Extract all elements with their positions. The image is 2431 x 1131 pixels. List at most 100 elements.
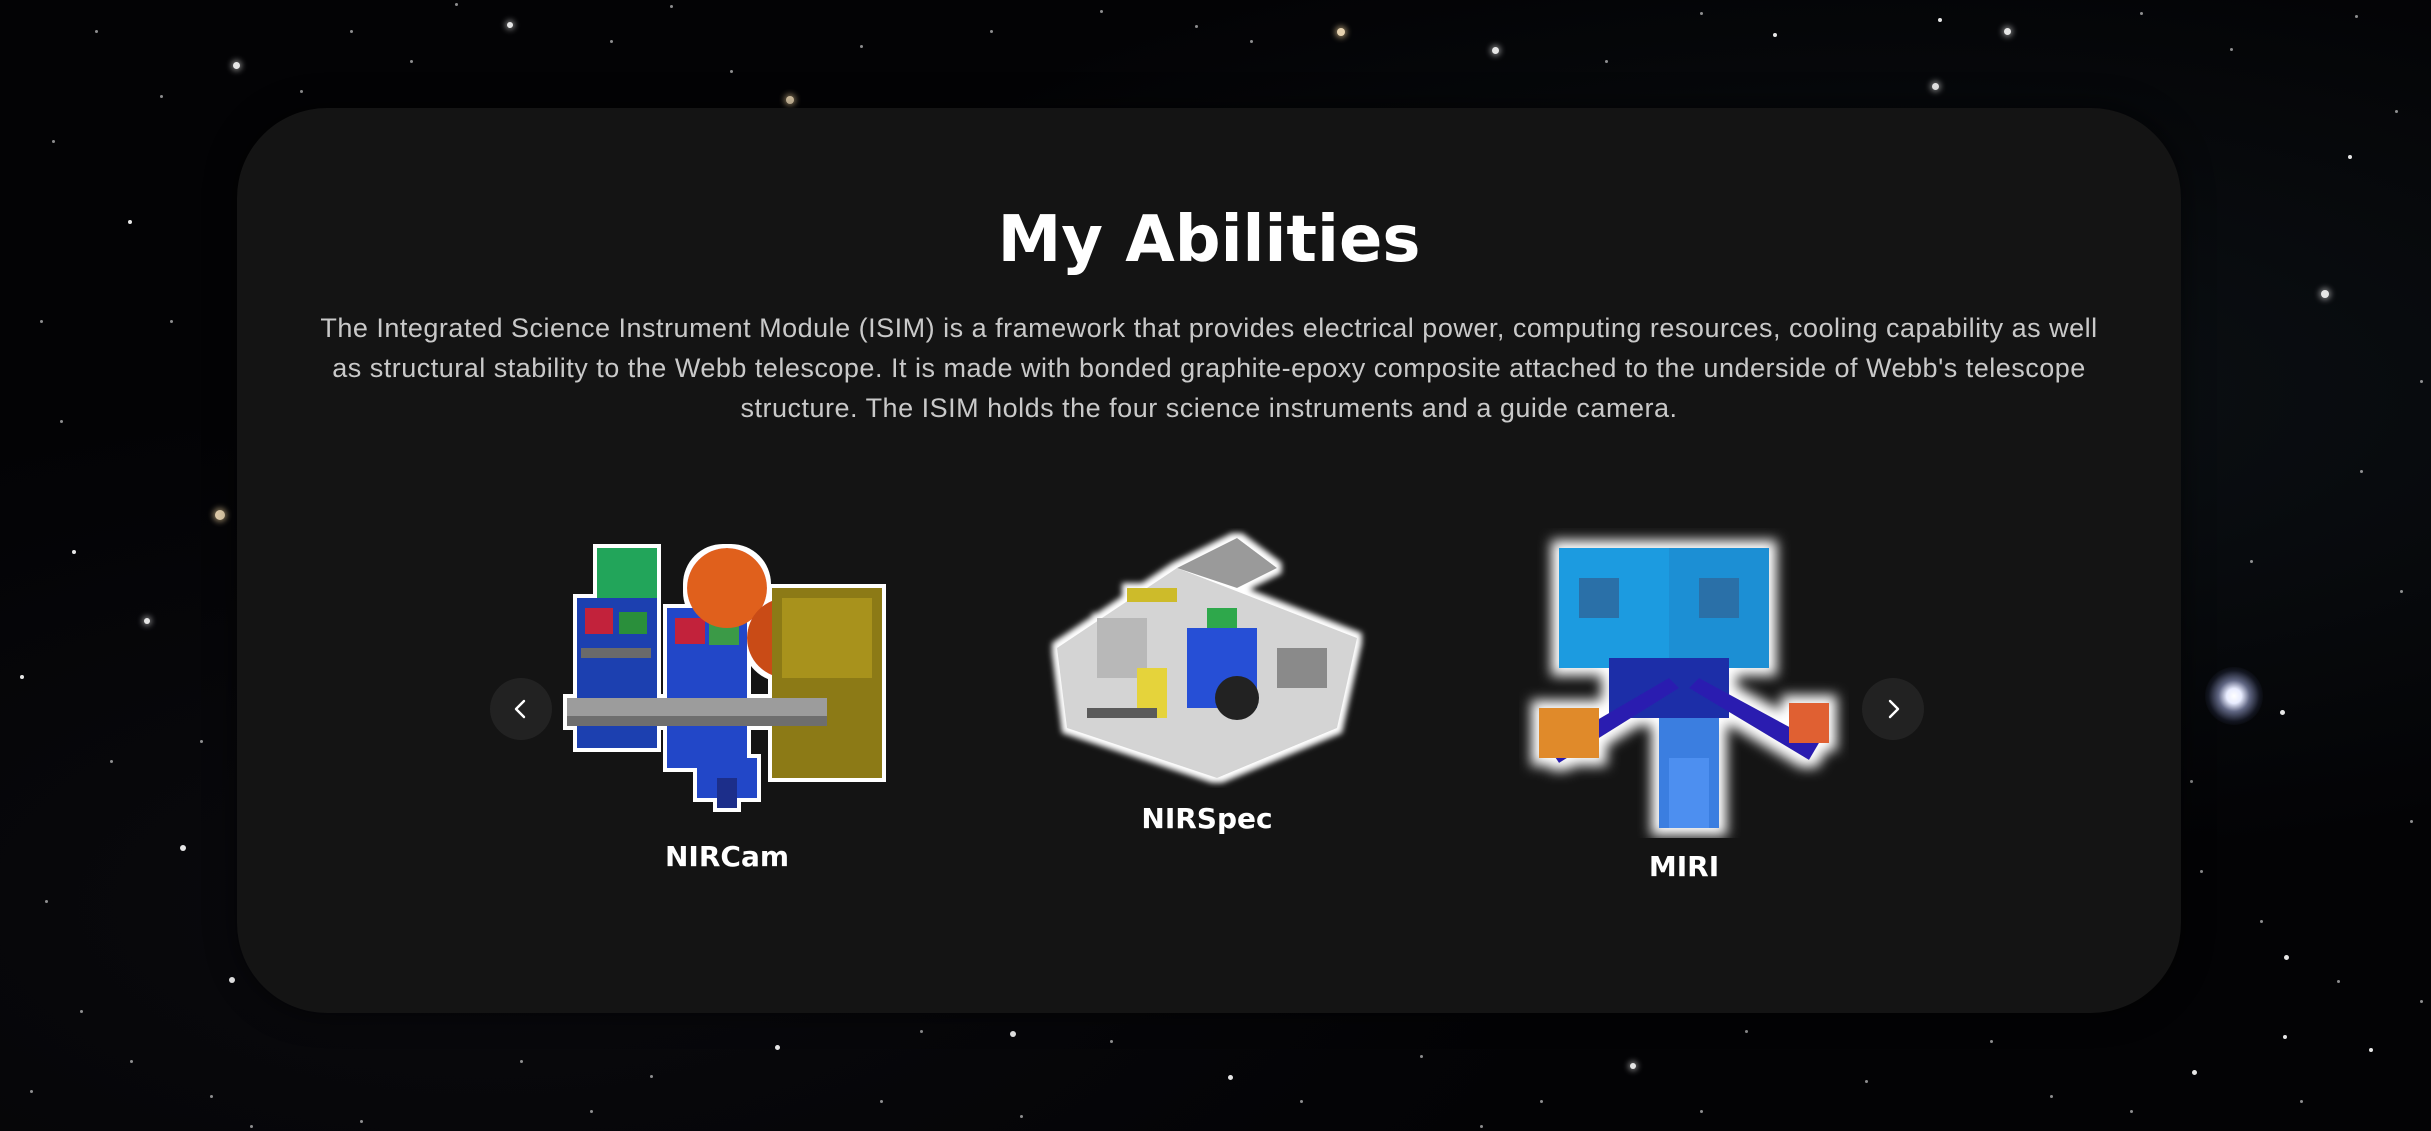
star — [180, 845, 186, 851]
chevron-right-icon — [1888, 699, 1900, 719]
star — [170, 320, 173, 323]
slide-miri[interactable]: MIRI — [1514, 528, 1854, 883]
star — [2355, 15, 2358, 18]
starfield-background: My Abilities The Integrated Science Inst… — [0, 0, 2431, 1131]
star — [1540, 1100, 1543, 1103]
star — [1700, 1110, 1703, 1113]
star — [2190, 780, 2193, 783]
star — [130, 1060, 133, 1063]
bright-star — [2205, 667, 2263, 725]
star — [730, 70, 733, 73]
star — [880, 1100, 883, 1103]
star — [1020, 1115, 1023, 1118]
star — [2395, 110, 2398, 113]
star — [210, 1095, 213, 1098]
star — [2283, 1035, 2287, 1039]
star — [360, 1120, 363, 1123]
star — [1990, 1040, 1993, 1043]
star — [20, 675, 24, 679]
star — [2284, 955, 2289, 960]
abilities-card: My Abilities The Integrated Science Inst… — [237, 108, 2181, 1013]
star — [233, 62, 240, 69]
instrument-carousel: NIRCam NIRSpec MIRI — [237, 528, 2181, 948]
star — [1865, 1080, 1868, 1083]
star — [2420, 380, 2423, 383]
star — [1300, 1100, 1303, 1103]
star — [1932, 83, 1939, 90]
star — [30, 1090, 33, 1093]
star — [860, 45, 863, 48]
star — [160, 95, 163, 98]
star — [128, 220, 132, 224]
star — [1228, 1075, 1233, 1080]
star — [2050, 1095, 2053, 1098]
star — [60, 420, 63, 423]
star — [2004, 28, 2011, 35]
star — [990, 30, 993, 33]
star — [45, 900, 48, 903]
star — [520, 1060, 523, 1063]
star — [2260, 920, 2263, 923]
star — [1010, 1031, 1016, 1037]
star — [786, 96, 794, 104]
star — [2230, 48, 2233, 51]
star — [80, 1010, 83, 1013]
star — [1745, 1030, 1748, 1033]
star — [2337, 980, 2340, 983]
star — [650, 1075, 653, 1078]
star — [670, 5, 673, 8]
star — [410, 60, 413, 63]
star — [2130, 1110, 2133, 1113]
star — [2321, 290, 2329, 298]
slide-label: NIRSpec — [1141, 802, 1273, 835]
star — [1250, 40, 1253, 43]
star — [72, 550, 76, 554]
star — [300, 90, 303, 93]
section-description: The Integrated Science Instrument Module… — [320, 313, 2098, 423]
star — [110, 760, 113, 763]
star — [455, 3, 458, 6]
section-title: My Abilities — [997, 203, 1421, 277]
star — [2250, 560, 2253, 563]
star — [52, 140, 55, 143]
star — [2410, 820, 2413, 823]
star — [1420, 1055, 1423, 1058]
star — [775, 1045, 780, 1050]
star — [215, 510, 225, 520]
star — [920, 1030, 923, 1033]
star — [1195, 25, 1198, 28]
star — [1110, 1040, 1113, 1043]
star — [2369, 1048, 2373, 1052]
star — [1100, 10, 1103, 13]
slide-label: NIRCam — [664, 840, 790, 873]
star — [1605, 60, 1608, 63]
nirspec-image — [1057, 538, 1357, 778]
star — [95, 30, 98, 33]
star — [590, 1110, 593, 1113]
chevron-left-icon — [514, 699, 526, 719]
star — [2280, 710, 2285, 715]
star — [507, 22, 513, 28]
slide-nircam[interactable]: NIRCam — [552, 528, 902, 873]
star — [2200, 870, 2203, 873]
star — [144, 618, 150, 624]
star — [1773, 33, 1777, 37]
star — [2192, 1070, 2197, 1075]
star — [2140, 12, 2143, 15]
star — [1938, 18, 1942, 22]
star — [229, 977, 235, 983]
star — [1492, 47, 1499, 54]
star — [1480, 1125, 1483, 1128]
star — [1700, 12, 1703, 15]
star — [1337, 28, 1345, 36]
nircam-image — [567, 548, 882, 808]
star — [250, 1125, 253, 1128]
miri-image — [1539, 548, 1829, 828]
carousel-next-button[interactable] — [1862, 678, 1924, 740]
slide-nirspec[interactable]: NIRSpec — [1032, 528, 1382, 835]
star — [2348, 155, 2352, 159]
star — [2420, 1000, 2423, 1003]
star — [40, 320, 43, 323]
carousel-prev-button[interactable] — [490, 678, 552, 740]
slide-label: MIRI — [1648, 850, 1720, 883]
